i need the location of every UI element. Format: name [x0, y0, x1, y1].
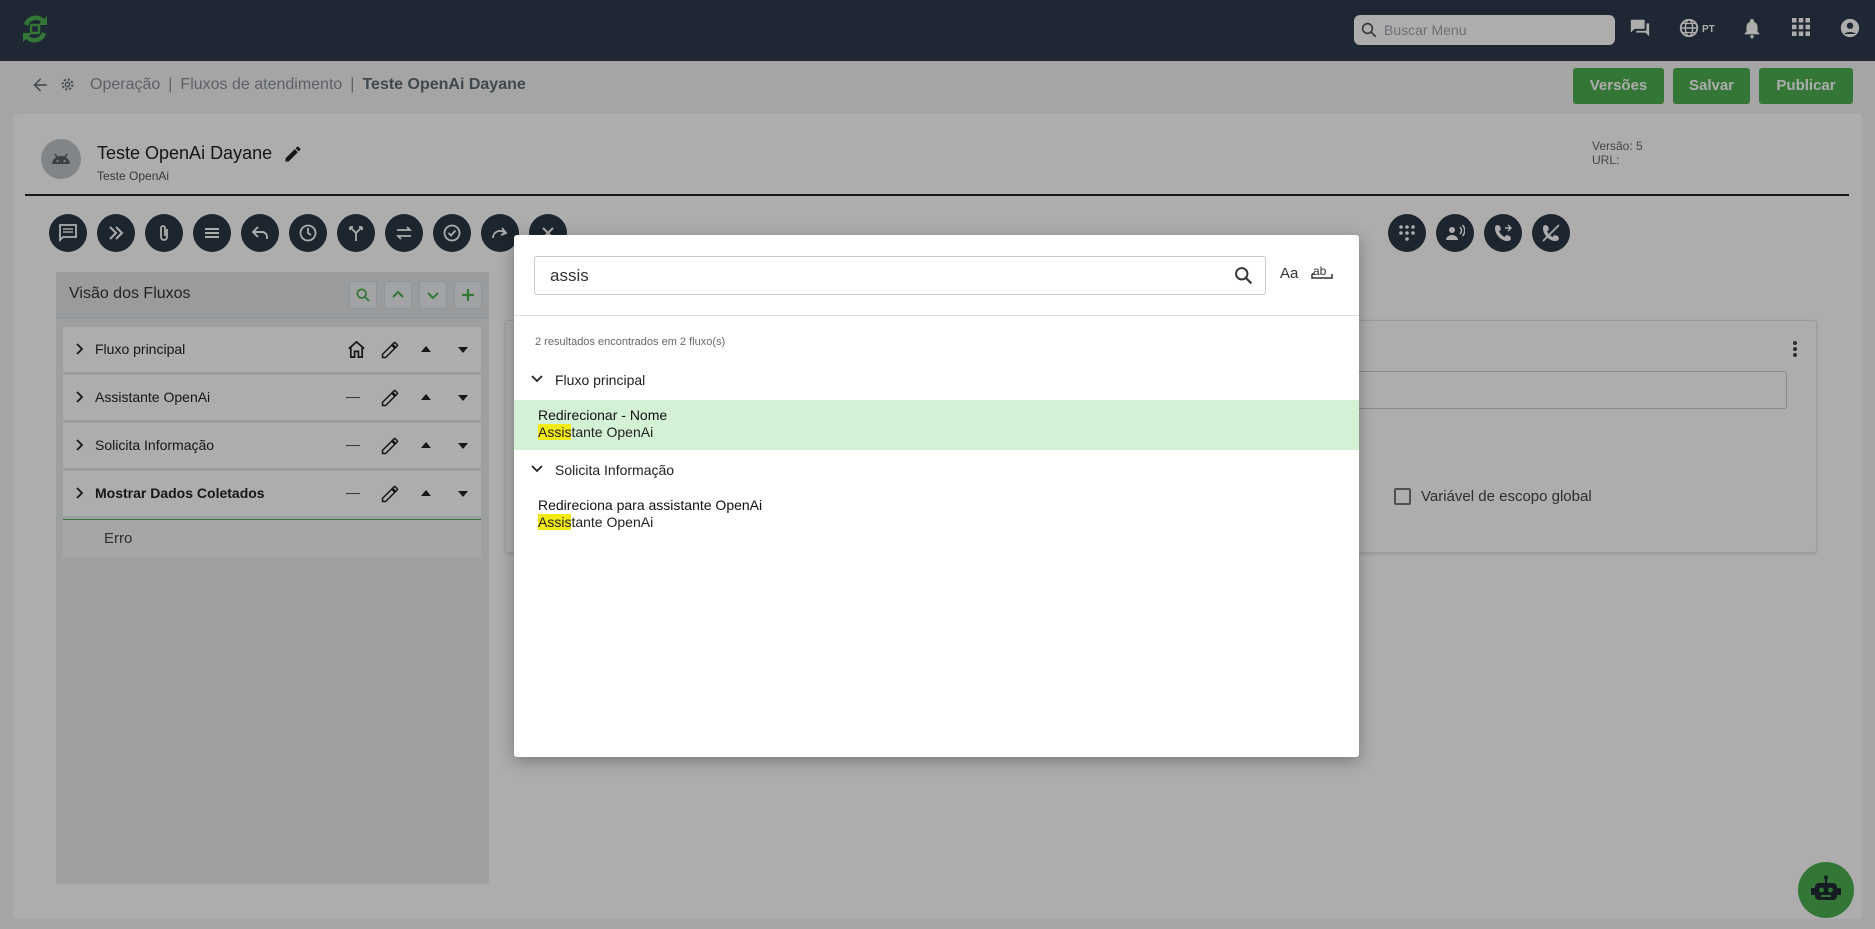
search-result-context: Assistante OpenAi	[538, 424, 653, 440]
match-whole-word-toggle[interactable]: ab	[1310, 263, 1334, 283]
match-word-text: ab	[1313, 264, 1327, 278]
search-match-highlight: Assis	[538, 424, 572, 440]
result-group-name: Fluxo principal	[555, 372, 646, 388]
result-group-name: Solicita Informação	[555, 462, 675, 478]
search-result-rest: tante OpenAi	[571, 514, 654, 530]
search-result-title: Redirecionar - Nome	[538, 407, 668, 423]
modal-search-box[interactable]	[534, 256, 1266, 295]
search-icon[interactable]	[1233, 265, 1254, 286]
match-case-toggle[interactable]: Aa	[1280, 265, 1298, 282]
modal-divider	[514, 315, 1359, 316]
search-result-item[interactable]: Redirecionar - Nome Assistante OpenAi	[514, 400, 1359, 450]
search-match-highlight: Assis	[538, 514, 572, 530]
chevron-down-icon	[531, 375, 543, 383]
search-result-rest: tante OpenAi	[571, 424, 654, 440]
search-result-title: Redireciona para assistante OpenAi	[538, 497, 763, 513]
search-result-item[interactable]: Redireciona para assistante OpenAi Assis…	[514, 490, 1359, 540]
modal-search-input[interactable]	[550, 266, 1190, 286]
result-count: 2 resultados encontrados em 2 fluxo(s)	[535, 336, 726, 348]
chevron-down-icon	[531, 465, 543, 473]
search-result-context: Assistante OpenAi	[538, 514, 653, 530]
